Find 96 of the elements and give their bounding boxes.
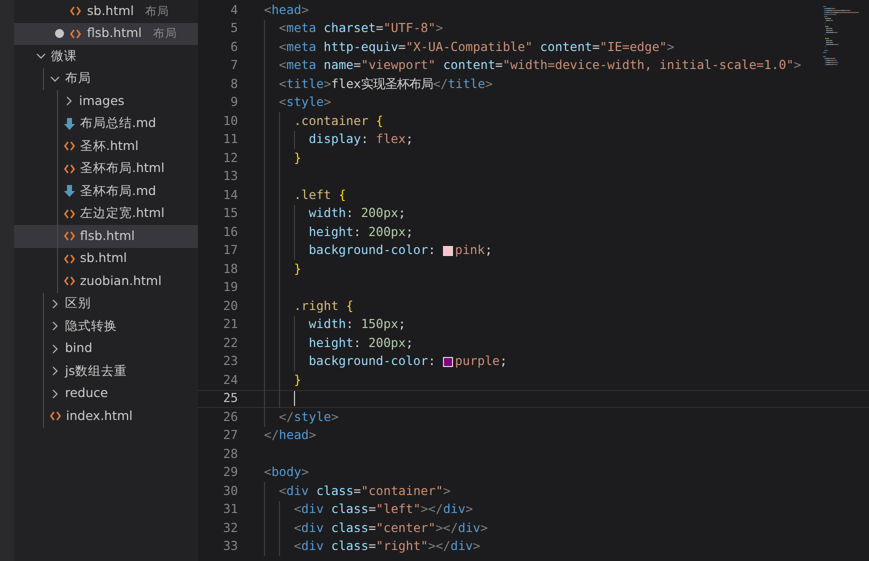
unsaved-dot bbox=[55, 29, 64, 38]
code-line: <title>flex实现圣杯布局</title> bbox=[238, 75, 493, 94]
line-number: 29 bbox=[222, 463, 238, 482]
text-cursor bbox=[294, 391, 296, 406]
folder-item[interactable]: bind bbox=[14, 338, 198, 360]
code-brackets-icon bbox=[70, 28, 81, 39]
folder-item[interactable]: 布局 bbox=[14, 68, 198, 90]
code-line: width: 150px; bbox=[238, 316, 406, 334]
line-number: 28 bbox=[222, 444, 238, 463]
folder-item[interactable]: 隐式转换 bbox=[14, 315, 198, 338]
code-line: background-color: pink; bbox=[238, 242, 492, 260]
code-line: .left { bbox=[238, 186, 346, 204]
line-number: 25 bbox=[222, 389, 238, 408]
line-number: 12 bbox=[222, 148, 238, 167]
chevron-down-icon[interactable] bbox=[36, 51, 46, 62]
file-item[interactable]: 布局总结.md bbox=[14, 112, 198, 135]
line-number: 14 bbox=[222, 186, 238, 204]
code-line: background-color: purple; bbox=[238, 352, 508, 371]
line-number: 24 bbox=[222, 370, 238, 389]
line-number: 17 bbox=[222, 241, 238, 260]
code-line: <meta name="viewport" content="width=device-width, initial-scale=1.0"> bbox=[238, 56, 802, 75]
folder-item[interactable]: js数组去重 bbox=[14, 360, 198, 382]
file-item[interactable]: flsb.html bbox=[14, 225, 198, 248]
chevron-right-icon[interactable] bbox=[50, 366, 60, 376]
line-number: 9 bbox=[230, 93, 238, 112]
code-line: <head> bbox=[263, 1, 309, 19]
code-brackets-icon bbox=[70, 6, 81, 16]
code-line: <div class="container"> bbox=[238, 482, 451, 500]
code-line: <body> bbox=[263, 464, 309, 482]
code-line: .container { bbox=[238, 112, 384, 130]
file-item[interactable]: 圣杯.html bbox=[14, 135, 198, 158]
code-line: <style> bbox=[238, 94, 332, 112]
line-number: 22 bbox=[222, 334, 238, 352]
code-brackets-icon bbox=[64, 208, 75, 219]
code-line: .right { bbox=[238, 297, 354, 316]
code-line: </style> bbox=[238, 408, 339, 426]
open-editor-item[interactable]: sb.html 布局 bbox=[14, 0, 198, 22]
line-number: 32 bbox=[222, 518, 238, 537]
folder-item[interactable]: 微课 bbox=[14, 45, 198, 68]
line-number: 15 bbox=[222, 204, 238, 222]
code-line: display: flex; bbox=[238, 130, 414, 149]
line-number: 10 bbox=[222, 112, 238, 130]
line-number: 21 bbox=[222, 315, 238, 334]
line-number: 20 bbox=[222, 296, 238, 315]
open-editor-item[interactable]: flsb.html 布局 bbox=[14, 22, 198, 45]
code-brackets-icon bbox=[64, 276, 75, 286]
file-item[interactable]: index.html bbox=[14, 405, 198, 428]
line-number: 26 bbox=[222, 408, 238, 426]
code-line: </head> bbox=[263, 426, 316, 444]
code-line: <div class="left"></div> bbox=[238, 500, 473, 519]
line-number: 5 bbox=[230, 19, 238, 38]
code-line: } bbox=[238, 260, 302, 278]
file-item[interactable]: zuobian.html bbox=[14, 270, 198, 292]
code-brackets-icon bbox=[64, 231, 75, 242]
file-item[interactable]: 左边定宽.html bbox=[14, 202, 198, 225]
line-number: 23 bbox=[222, 352, 238, 370]
code-line: <div class="center"></div> bbox=[238, 519, 488, 538]
file-item[interactable]: 圣杯布局.html bbox=[14, 158, 198, 180]
file-item[interactable]: 圣杯布局.md bbox=[14, 180, 198, 202]
line-number: 19 bbox=[222, 278, 238, 296]
chevron-right-icon[interactable] bbox=[50, 321, 60, 332]
line-number: 7 bbox=[230, 56, 238, 74]
code-brackets-icon bbox=[50, 411, 61, 422]
line-number: 6 bbox=[230, 38, 238, 56]
folder-item[interactable]: reduce bbox=[14, 382, 198, 405]
line-number: 16 bbox=[222, 222, 238, 241]
chevron-right-icon[interactable] bbox=[50, 388, 60, 399]
line-number: 11 bbox=[222, 130, 238, 148]
line-number: 4 bbox=[230, 0, 238, 19]
code-line: <div class="right"></div> bbox=[238, 538, 480, 556]
chevron-right-icon[interactable] bbox=[50, 344, 60, 354]
line-number: 33 bbox=[222, 537, 238, 556]
line-number: 27 bbox=[222, 426, 238, 444]
down-arrow-icon bbox=[64, 185, 75, 198]
line-number: 30 bbox=[222, 482, 238, 500]
code-line: height: 200px; bbox=[238, 223, 414, 242]
file-item[interactable]: sb.html bbox=[14, 248, 198, 270]
down-arrow-icon bbox=[64, 118, 75, 130]
line-number: 18 bbox=[222, 260, 238, 278]
code-line: <meta charset="UTF-8"> bbox=[238, 20, 444, 38]
code-brackets-icon bbox=[64, 141, 75, 152]
folder-item[interactable]: images bbox=[14, 90, 198, 112]
code-brackets-icon bbox=[64, 254, 75, 264]
chevron-right-icon[interactable] bbox=[64, 96, 74, 106]
code-brackets-icon bbox=[64, 164, 75, 174]
code-line: width: 200px; bbox=[238, 204, 406, 223]
code-line: height: 200px; bbox=[238, 334, 414, 352]
code-line: } bbox=[238, 149, 302, 168]
folder-item[interactable]: 区别 bbox=[14, 292, 198, 315]
code-line: <meta http-equiv="X-UA-Compatible" content="IE=edge"> bbox=[238, 38, 674, 56]
line-number: 13 bbox=[222, 167, 238, 186]
line-number: 8 bbox=[230, 74, 238, 93]
chevron-down-icon[interactable] bbox=[50, 74, 60, 84]
code-line: } bbox=[238, 371, 302, 390]
line-number: 31 bbox=[222, 500, 238, 518]
chevron-right-icon[interactable] bbox=[50, 298, 60, 309]
